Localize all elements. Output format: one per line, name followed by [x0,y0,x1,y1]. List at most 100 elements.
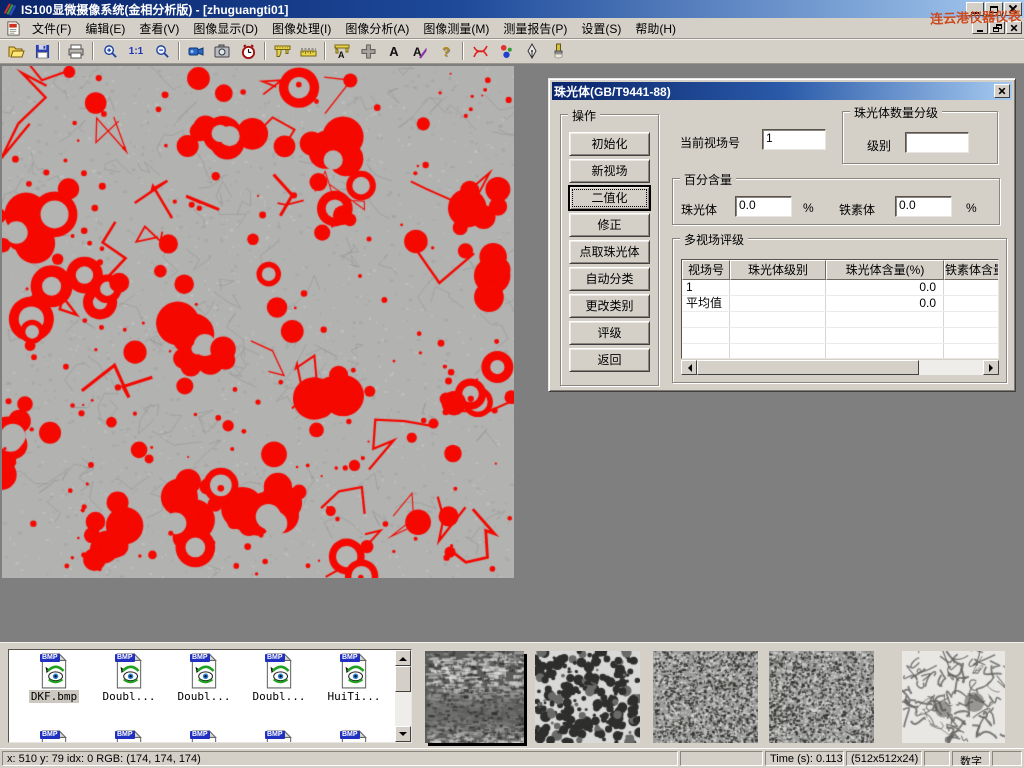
open-folder-button[interactable] [3,40,29,62]
zoom-out-button[interactable] [149,40,175,62]
pen-marker-button[interactable] [519,40,545,62]
change-class-button[interactable]: 更改类别 [569,294,650,318]
pick-pearlite-button[interactable]: 点取珠光体 [569,240,650,264]
scroll-left-button[interactable] [681,360,697,375]
help-button[interactable]: ? [433,40,459,62]
svg-text:A: A [338,50,345,59]
grade-level-input[interactable] [905,132,969,153]
menu-edit[interactable]: 编辑(E) [78,18,132,39]
ferrite-percent-input[interactable]: 0.0 [895,196,952,217]
grade-button[interactable]: 评级 [569,321,650,345]
binarize-button[interactable]: 二值化 [569,186,650,210]
file-item[interactable]: BMP DKF.bmp [19,653,89,703]
new-field-button[interactable]: 新视场 [569,159,650,183]
file-list-scrollbar[interactable] [395,650,411,742]
video-camera-button[interactable] [183,40,209,62]
file-list[interactable]: BMP DKF.bmp BMP Doubl... BMP Doubl... BM… [8,649,412,743]
minimize-button[interactable] [966,2,984,16]
file-item[interactable]: BMP [94,730,164,743]
text-label-button[interactable]: A [381,40,407,62]
move-cross-icon [361,44,376,59]
photo-camera-button[interactable] [209,40,235,62]
maximize-button[interactable] [985,2,1003,16]
scroll-up-button[interactable] [395,650,411,666]
pearlite-percent-input[interactable]: 0.0 [735,196,792,217]
file-name[interactable]: DKF.bmp [29,690,79,703]
child-minimize-button[interactable] [972,21,988,34]
scroll-down-button[interactable] [395,726,411,742]
file-name[interactable]: Doubl... [101,690,158,703]
measure-text-button[interactable]: A [329,40,355,62]
print-button[interactable] [63,40,89,62]
caliper-button[interactable] [269,40,295,62]
thumbnail-3[interactable] [653,651,758,743]
status-spacer [924,751,950,766]
scrollbar-thumb[interactable] [395,666,411,692]
curve-measure-button[interactable] [467,40,493,62]
file-name[interactable]: HuiTi... [326,690,383,703]
menu-image-measure[interactable]: 图像测量(M) [416,18,496,39]
document-icon[interactable] [6,21,21,36]
child-restore-button[interactable] [989,21,1005,34]
current-view-input[interactable]: 1 [762,129,826,150]
file-item[interactable]: BMP Doubl... [94,653,164,703]
zoom-out-icon [155,44,170,59]
menu-image-display[interactable]: 图像显示(D) [186,18,265,39]
table-row[interactable]: 平均值 0.0 [682,296,998,312]
menu-report[interactable]: 测量报告(P) [496,18,574,39]
menu-help[interactable]: 帮助(H) [628,18,683,39]
save-button[interactable] [29,40,55,62]
menu-image-process[interactable]: 图像处理(I) [265,18,338,39]
child-close-button[interactable] [1006,21,1022,34]
phase-particles-button[interactable] [493,40,519,62]
table-row[interactable]: 1 0.0 [682,280,998,296]
menu-settings[interactable]: 设置(S) [574,18,628,39]
multi-view-group-label: 多视场评级 [680,231,748,248]
thumbnail-5[interactable] [902,651,1005,743]
thumbnail-1[interactable] [425,651,524,743]
initialize-button[interactable]: 初始化 [569,132,650,156]
actual-size-button[interactable]: 1:1 [123,40,149,62]
correct-button[interactable]: 修正 [569,213,650,237]
thumbnail-4[interactable] [769,651,874,743]
menu-file[interactable]: 文件(F) [25,18,78,39]
file-item[interactable]: BMP Doubl... [244,653,314,703]
menu-image-analysis[interactable]: 图像分析(A) [338,18,416,39]
file-name[interactable]: Doubl... [176,690,233,703]
operation-group-label: 操作 [568,107,600,124]
scrollbar-thumb[interactable] [697,360,919,375]
status-spacer [992,751,1022,766]
auto-classify-button[interactable]: 自动分类 [569,267,650,291]
file-name[interactable]: Doubl... [251,690,308,703]
menu-view[interactable]: 查看(V) [132,18,186,39]
zoom-in-button[interactable] [97,40,123,62]
file-item[interactable]: BMP HuiTi... [319,653,389,703]
file-item[interactable]: BMP [244,730,314,743]
percent-sign: % [966,201,977,215]
file-item[interactable]: BMP [169,730,239,743]
dialog-title-bar[interactable]: 珠光体(GB/T9441-88) [552,82,1012,100]
paint-brush-button[interactable] [545,40,571,62]
toolbar: 1:1 A A A ? [0,39,1024,64]
current-view-label: 当前视场号 [680,134,740,151]
move-cross-button[interactable] [355,40,381,62]
thumbnail-2[interactable] [535,651,640,743]
timer-clock-button[interactable] [235,40,261,62]
rating-table[interactable]: 视场号 珠光体级别 珠光体含量(%) 铁素体含量(%) 1 0.0 平均值 0.… [681,259,999,359]
file-item[interactable]: BMP [319,730,389,743]
edit-text-button[interactable]: A [407,40,433,62]
metallograph-image[interactable] [2,66,514,578]
ruler-button[interactable] [295,40,321,62]
return-button[interactable]: 返回 [569,348,650,372]
print-icon [68,44,84,59]
percent-group: 百分含量 珠光体 0.0 % 铁素体 0.0 % [672,178,1000,225]
table-horizontal-scrollbar[interactable] [681,360,999,375]
header-pearlite-content: 珠光体含量(%) [826,260,944,280]
caliper-icon [274,44,291,59]
curve-measure-icon [472,44,489,59]
scroll-right-button[interactable] [983,360,999,375]
file-item[interactable]: BMP [19,730,89,743]
file-item[interactable]: BMP Doubl... [169,653,239,703]
close-button[interactable] [1004,2,1022,16]
dialog-close-button[interactable] [994,84,1010,98]
